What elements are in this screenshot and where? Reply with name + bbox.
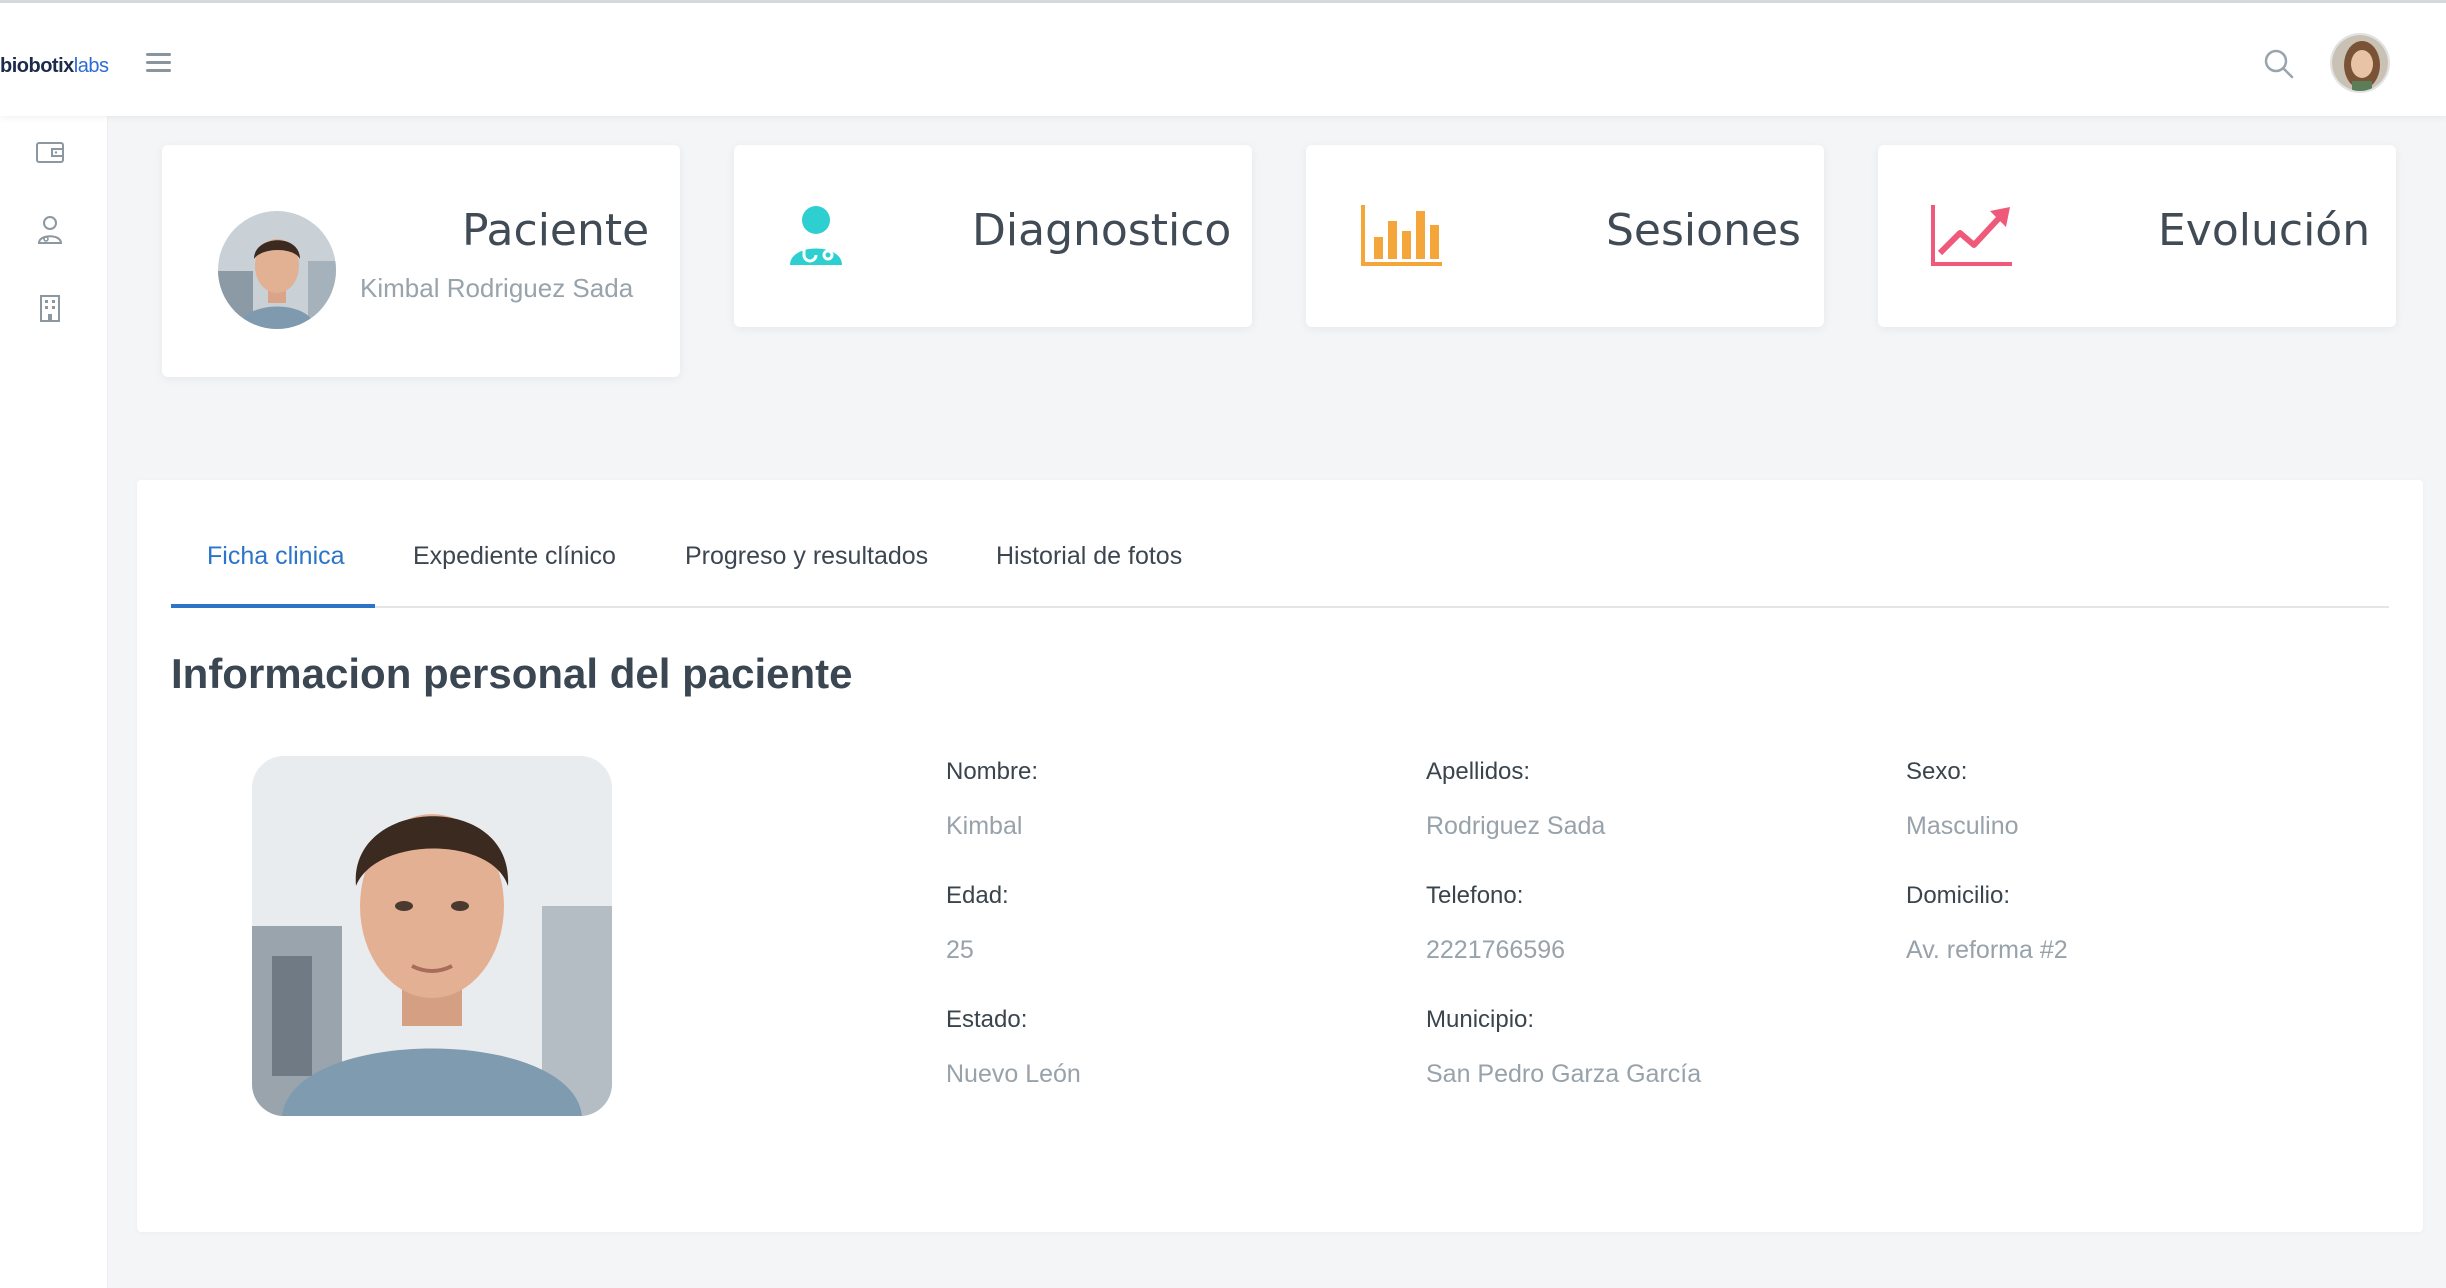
edad-label: Edad: bbox=[946, 882, 1009, 909]
tab-bar: Ficha clinica Expediente clínico Progres… bbox=[171, 540, 2389, 608]
evolution-card[interactable]: Evolución bbox=[1878, 145, 2396, 327]
telefono-label: Telefono: bbox=[1426, 882, 1524, 909]
building-icon[interactable] bbox=[34, 292, 66, 324]
apellidos-label: Apellidos: bbox=[1426, 758, 1531, 785]
evolution-card-title: Evolución bbox=[2158, 205, 2371, 256]
sidebar bbox=[0, 116, 108, 1288]
domicilio-value: Av. reforma #2 bbox=[1906, 936, 2068, 964]
diagnosis-card-title: Diagnostico bbox=[972, 205, 1232, 256]
wallet-icon[interactable] bbox=[34, 136, 66, 168]
sessions-card[interactable]: Sesiones bbox=[1306, 145, 1824, 327]
top-bar: biobotixlabs bbox=[0, 0, 2446, 116]
section-title: Informacion personal del paciente bbox=[171, 650, 853, 697]
municipio-label: Municipio: bbox=[1426, 1006, 1535, 1033]
telefono-value: 2221766596 bbox=[1426, 936, 1566, 964]
estado-label: Estado: bbox=[946, 1006, 1028, 1033]
sexo-value: Masculino bbox=[1906, 812, 2019, 840]
patient-card-title: Paciente bbox=[462, 205, 650, 256]
patient-card[interactable]: Paciente Kimbal Rodriguez Sada bbox=[162, 145, 680, 377]
tab-expediente-clinico[interactable]: Expediente clínico bbox=[413, 540, 616, 608]
bar-chart-icon bbox=[1360, 203, 1444, 267]
estado-value: Nuevo León bbox=[946, 1060, 1081, 1088]
patient-card-name: Kimbal Rodriguez Sada bbox=[360, 273, 634, 303]
doctor-icon[interactable] bbox=[34, 214, 66, 246]
tab-progreso-resultados[interactable]: Progreso y resultados bbox=[685, 540, 928, 608]
nombre-value: Kimbal bbox=[946, 812, 1023, 840]
patient-info-panel: Ficha clinica Expediente clínico Progres… bbox=[137, 480, 2423, 1232]
domicilio-label: Domicilio: bbox=[1906, 882, 2011, 909]
trend-up-icon bbox=[1930, 203, 2014, 267]
apellidos-value: Rodriguez Sada bbox=[1426, 812, 1606, 840]
tab-ficha-clinica[interactable]: Ficha clinica bbox=[171, 540, 375, 608]
brand-logo[interactable]: biobotixlabs bbox=[0, 55, 109, 78]
tab-historial-fotos[interactable]: Historial de fotos bbox=[996, 540, 1182, 608]
doctor-stethoscope-icon bbox=[784, 203, 848, 267]
sessions-card-title: Sesiones bbox=[1606, 205, 1801, 256]
hamburger-icon[interactable] bbox=[146, 53, 171, 73]
patient-avatar bbox=[218, 211, 336, 329]
user-avatar[interactable] bbox=[2330, 33, 2390, 93]
municipio-value: San Pedro Garza García bbox=[1426, 1060, 1702, 1088]
sexo-label: Sexo: bbox=[1906, 758, 1968, 785]
search-icon[interactable] bbox=[2262, 47, 2296, 81]
brand-name: biobotix bbox=[0, 55, 74, 77]
patient-photo bbox=[252, 756, 612, 1116]
nombre-label: Nombre: bbox=[946, 758, 1039, 785]
diagnosis-card[interactable]: Diagnostico bbox=[734, 145, 1252, 327]
edad-value: 25 bbox=[946, 936, 974, 964]
brand-suffix: labs bbox=[73, 55, 109, 77]
